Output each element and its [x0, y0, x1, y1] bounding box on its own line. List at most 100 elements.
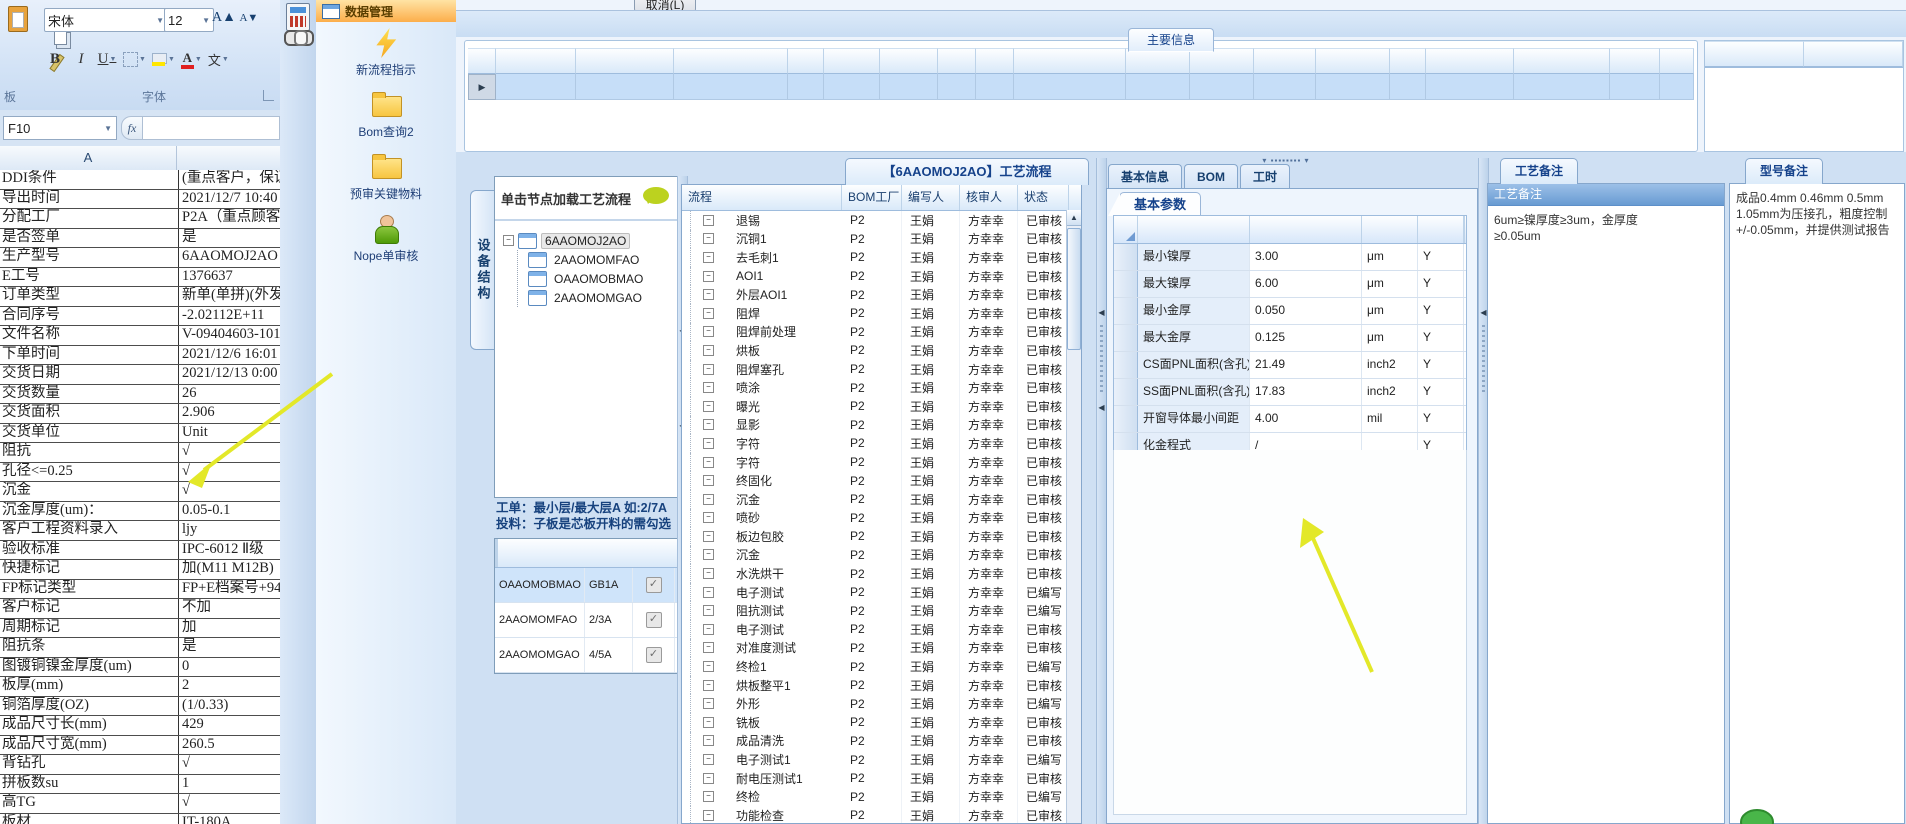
row-value-cell[interactable]: FP+E档案号+94V — [178, 579, 280, 598]
dropdown-arrow-icon[interactable]: ▼ — [222, 55, 229, 63]
expand-toggle-icon[interactable]: − — [703, 549, 714, 561]
spreadsheet-row[interactable]: 铜箔厚度(OZ) (1/0.33) — [0, 696, 280, 716]
feed-checkbox-cell[interactable]: ✓ — [633, 603, 675, 637]
grid-cell[interactable] — [1190, 74, 1254, 100]
expand-toggle-icon[interactable]: − — [703, 661, 714, 673]
checked-checkbox-icon[interactable]: ✓ — [645, 612, 662, 628]
expand-toggle-icon[interactable]: − — [703, 251, 714, 263]
expand-toggle-icon[interactable]: − — [703, 456, 714, 468]
spreadsheet-row[interactable]: 高TG √ — [0, 794, 280, 814]
row-value-cell[interactable]: 2021/12/13 0:00 — [178, 365, 280, 384]
data-manager-item[interactable]: 预审关键物料 — [350, 152, 422, 202]
row-value-cell[interactable]: 2021/12/6 16:01 — [178, 345, 280, 364]
spreadsheet-row[interactable]: 生产型号 6AAOMOJ2AO — [0, 248, 280, 268]
flow-row[interactable]: − 耐电压测试1 P2 王娟 方幸幸 已审核 — [682, 768, 1081, 788]
flow-scrollbar[interactable]: ▲ — [1066, 210, 1081, 823]
grid-cell[interactable] — [1126, 74, 1190, 100]
grid-column-header[interactable] — [1254, 48, 1316, 74]
row-label-cell[interactable]: 订单类型 — [0, 287, 178, 306]
params-row[interactable]: SS面PNL面积(含孔) 17.83 inch2 Y — [1114, 379, 1466, 406]
row-value-cell[interactable]: √ — [178, 462, 280, 481]
checked-checkbox-icon[interactable]: ✓ — [645, 647, 662, 663]
row-label-cell[interactable]: 阻抗 — [0, 443, 178, 462]
row-label-cell[interactable]: 验收标准 — [0, 541, 178, 560]
underline-button[interactable]: U ▼ — [96, 46, 118, 72]
row-value-cell[interactable]: -2.02112E+11 — [178, 306, 280, 325]
column-header-a[interactable]: A — [0, 146, 177, 170]
param-value-cell[interactable]: 3.00 — [1250, 244, 1362, 270]
dropdown-arrow-icon[interactable]: ▼ — [156, 16, 164, 25]
grid-column-header[interactable] — [824, 48, 880, 74]
spreadsheet-row[interactable]: DDI条件 (重点客户，保证 — [0, 170, 280, 190]
grid-column-header[interactable] — [880, 48, 938, 74]
params-tab[interactable]: BOM — [1184, 164, 1239, 189]
row-value-cell[interactable]: 0 — [178, 657, 280, 676]
expand-toggle-icon[interactable]: − — [703, 382, 714, 394]
grow-shrink-font-buttons[interactable]: A▲ A▼ — [212, 10, 258, 26]
row-label-cell[interactable]: 板厚(mm) — [0, 677, 178, 696]
row-label-cell[interactable]: 铜箔厚度(OZ) — [0, 697, 178, 716]
flow-row[interactable]: − 阻抗测试 P2 王娟 方幸幸 已编写 — [682, 601, 1081, 621]
data-manager-item[interactable]: Nope单审核 — [354, 214, 418, 264]
row-value-cell[interactable]: P2A（重点顾客） — [178, 209, 280, 228]
shrink-font-icon[interactable]: A▼ — [239, 12, 258, 24]
flow-row[interactable]: − 铣板 P2 王娟 方幸幸 已审核 — [682, 713, 1081, 732]
row-label-cell[interactable]: 是否签单 — [0, 229, 178, 248]
font-dialog-launcher-icon[interactable] — [263, 90, 274, 101]
expand-toggle-icon[interactable]: − — [703, 307, 714, 319]
flow-col-reviewer[interactable]: 核审人 — [960, 185, 1018, 210]
row-label-cell[interactable]: 交货单位 — [0, 424, 178, 443]
params-row[interactable]: 最大金厚 0.125 μm Y — [1114, 325, 1466, 352]
param-value-cell[interactable]: 17.83 — [1250, 379, 1362, 405]
flow-row[interactable]: − 终检 P2 王娟 方幸幸 已编写 — [682, 787, 1081, 806]
grid-cell[interactable] — [1426, 74, 1514, 100]
spreadsheet-row[interactable]: 沉金厚度(um)： 0.05-0.1 — [0, 501, 280, 521]
data-manager-header[interactable]: 数据管理 — [316, 0, 456, 22]
grid-cell[interactable] — [496, 74, 576, 100]
spreadsheet-row[interactable]: 交货单位 Unit — [0, 423, 280, 443]
row-value-cell[interactable]: IPC-6012 Ⅱ级 — [178, 540, 280, 559]
row-label-cell[interactable]: 交货日期 — [0, 365, 178, 384]
subboard-row[interactable]: 2AAOMOMGAO 4/5A ✓ — [495, 638, 677, 673]
model-note-tab[interactable]: 型号备注 — [1745, 158, 1824, 184]
spreadsheet-row[interactable]: 交货数量 26 — [0, 384, 280, 404]
expand-toggle-icon[interactable]: − — [703, 493, 714, 505]
collapse-left-icon[interactable]: ◀ — [1480, 308, 1486, 317]
flow-row[interactable]: − 电子测试1 P2 王娟 方幸幸 已编写 — [682, 750, 1081, 769]
fill-color-button[interactable]: ▼ — [151, 46, 176, 72]
flow-row[interactable]: − 阻焊塞孔 P2 王娟 方幸幸 已审核 — [682, 359, 1081, 379]
expand-toggle-icon[interactable]: − — [703, 735, 714, 747]
row-label-cell[interactable]: 孔径<=0.25 — [0, 463, 178, 482]
grid-cell[interactable] — [1514, 74, 1610, 100]
grid-cell[interactable] — [938, 74, 976, 100]
spreadsheet-row[interactable]: 阻抗条 是 — [0, 638, 280, 658]
grid-cell[interactable] — [674, 74, 788, 100]
expand-toggle-icon[interactable]: − — [703, 642, 714, 654]
flow-row[interactable]: − 功能检查 P2 王娟 方幸幸 已审核 — [682, 806, 1081, 823]
row-value-cell[interactable]: 新单(单拼)(外发 — [178, 287, 280, 306]
row-label-cell[interactable]: 下单时间 — [0, 346, 178, 365]
row-value-cell[interactable]: 加(M11 M12B) — [178, 560, 280, 579]
collapse-left-icon[interactable]: ◀ — [1098, 308, 1104, 317]
font-size-combobox[interactable]: 12 ▼ — [164, 8, 214, 32]
flow-row[interactable]: − 沉金 P2 王娟 方幸幸 已审核 — [682, 545, 1081, 565]
grid-cell[interactable] — [976, 74, 1014, 100]
spreadsheet[interactable]: DDI条件 (重点客户，保证 导出时间 2021/12/7 10:40 分配工厂… — [0, 170, 280, 824]
tree-root-node[interactable]: − 6AAOMOJ2AO — [503, 231, 673, 250]
row-label-cell[interactable]: 图镀铜镍金厚度(um) — [0, 658, 178, 677]
row-value-cell[interactable]: Unit — [178, 423, 280, 442]
row-value-cell[interactable]: 0.05-0.1 — [178, 501, 280, 520]
row-value-cell[interactable]: 2021/12/7 10:40 — [178, 189, 280, 208]
row-label-cell[interactable]: 沉金 — [0, 482, 178, 501]
spreadsheet-row[interactable]: 导出时间 2021/12/7 10:40 — [0, 189, 280, 209]
spreadsheet-row[interactable]: FP标记类型 FP+E档案号+94V — [0, 579, 280, 599]
column-headers[interactable]: A — [0, 146, 280, 171]
flow-row[interactable]: − 沉铜1 P2 王娟 方幸幸 已审核 — [682, 229, 1081, 249]
flow-row[interactable]: − 阻焊 P2 王娟 方幸幸 已审核 — [682, 303, 1081, 323]
expand-toggle-icon[interactable]: − — [703, 754, 714, 766]
dropdown-arrow-icon[interactable]: ▼ — [168, 55, 175, 63]
row-value-cell[interactable]: √ — [178, 755, 280, 774]
grid-column-header[interactable] — [1660, 48, 1694, 74]
flow-row[interactable]: − 字符 P2 王娟 方幸幸 已审核 — [682, 434, 1081, 453]
spreadsheet-row[interactable]: 验收标准 IPC-6012 Ⅱ级 — [0, 540, 280, 560]
